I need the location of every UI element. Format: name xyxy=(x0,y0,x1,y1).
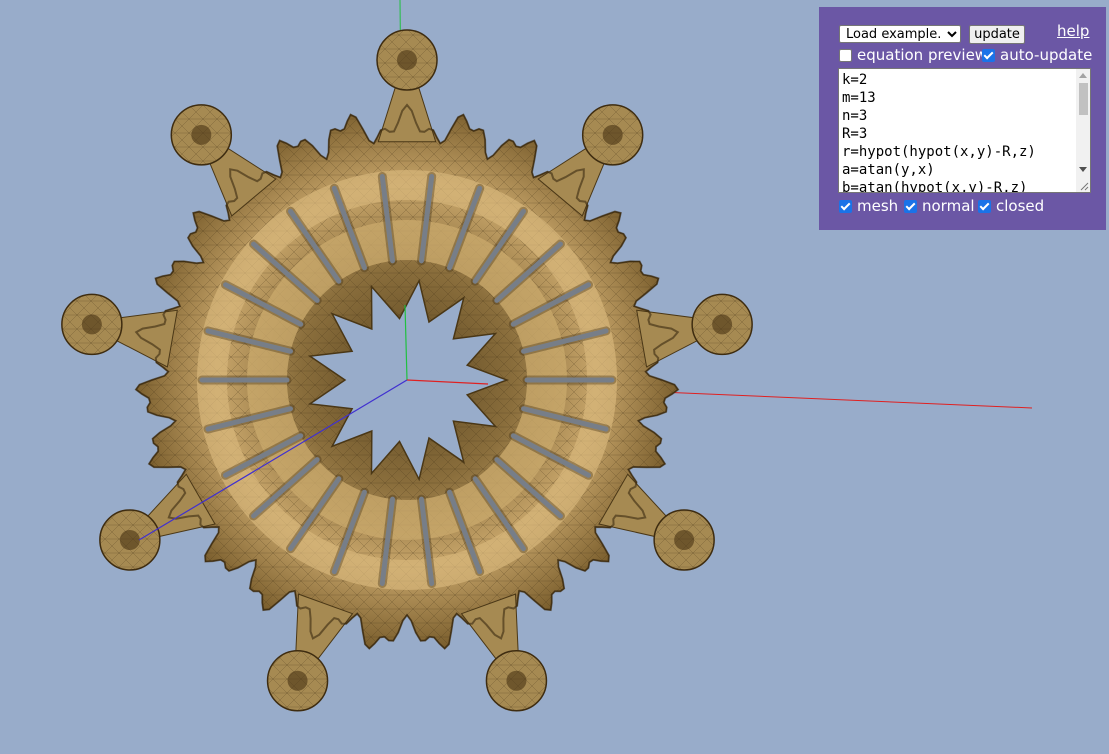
equation-line: n=3 xyxy=(842,108,868,124)
update-button[interactable]: update xyxy=(969,25,1025,44)
mesh-option[interactable]: mesh xyxy=(839,197,898,215)
scroll-thumb[interactable] xyxy=(1079,83,1088,115)
normal-option[interactable]: normal xyxy=(904,197,975,215)
equation-preview-label: equation preview xyxy=(857,46,988,64)
normal-label: normal xyxy=(922,197,975,215)
mesh-checkbox[interactable] xyxy=(839,199,852,213)
closed-label: closed xyxy=(996,197,1045,215)
equation-preview-checkbox[interactable] xyxy=(839,48,852,62)
auto-update-option[interactable]: auto-update xyxy=(982,46,1092,64)
scroll-down-arrow-icon[interactable] xyxy=(1079,167,1087,172)
equation-line: b=atan(hypot(x,y)-R,z) xyxy=(842,180,1028,193)
equation-preview-option[interactable]: equation preview xyxy=(839,46,987,64)
control-panel: Load example... update help equation pre… xyxy=(819,7,1106,230)
equation-line: r=hypot(hypot(x,y)-R,z) xyxy=(842,144,1036,160)
auto-update-checkbox[interactable] xyxy=(982,48,995,62)
equation-line: R=3 xyxy=(842,126,868,142)
auto-update-label: auto-update xyxy=(1000,46,1093,64)
mesh-label: mesh xyxy=(857,197,899,215)
load-example-select[interactable]: Load example... xyxy=(839,25,961,43)
resize-grip-icon[interactable] xyxy=(1079,181,1089,191)
normal-checkbox[interactable] xyxy=(904,199,917,213)
help-link[interactable]: help xyxy=(1057,22,1089,40)
equation-lines: k=2 m=13 n=3 R=3 r=hypot(hypot(x,y)-R,z) a=at… xyxy=(842,71,1036,193)
equation-scrollbar[interactable] xyxy=(1076,69,1090,192)
closed-option[interactable]: closed xyxy=(978,197,1044,215)
equation-line: k=2 xyxy=(842,72,868,88)
equation-line: m=13 xyxy=(842,90,876,106)
x-axis-right xyxy=(659,391,1033,409)
closed-checkbox[interactable] xyxy=(978,199,991,213)
equation-line: a=atan(y,x) xyxy=(842,162,935,178)
equation-textarea[interactable]: k=2 m=13 n=3 R=3 r=hypot(hypot(x,y)-R,z) a=at… xyxy=(838,68,1091,193)
scroll-up-arrow-icon[interactable] xyxy=(1079,73,1087,78)
